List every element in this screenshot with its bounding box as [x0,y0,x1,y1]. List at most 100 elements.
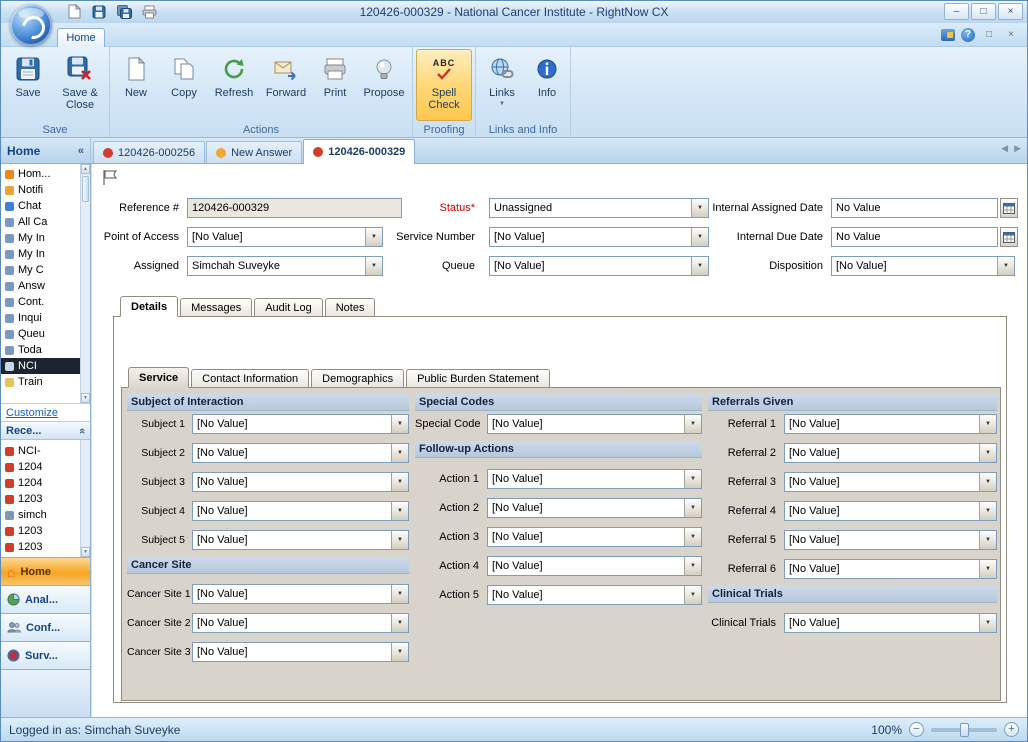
document-tab[interactable]: 120426-000256 [93,141,205,163]
recent-items-header[interactable]: Rece... « [1,422,90,440]
customize-link[interactable]: Customize [6,407,58,419]
tree-item[interactable]: Toda [1,342,80,358]
scroll-up-icon[interactable]: ▲ [81,164,90,174]
subject-dropdown[interactable]: [No Value] ▼ [192,530,409,550]
close-button[interactable]: × [998,3,1023,20]
chevron-down-icon[interactable]: ▼ [391,614,408,632]
nav-button-home[interactable]: ⌂ Home [1,558,90,586]
print-icon[interactable] [138,2,160,21]
save-and-close-button[interactable]: Save & Close [54,49,106,121]
calendar-icon[interactable] [1000,227,1018,247]
chevron-down-icon[interactable]: ▼ [391,502,408,520]
tree-item[interactable]: Hom... [1,166,80,182]
zoom-slider[interactable] [931,728,997,732]
collapse-recent-icon[interactable]: « [76,427,88,433]
tree-item[interactable]: Cont. [1,294,80,310]
copy-button[interactable]: Copy [161,49,207,121]
recent-item[interactable]: 1204 [1,475,80,491]
collapse-sidebar-icon[interactable]: « [78,145,84,157]
application-menu-orb[interactable] [10,4,52,46]
community-icon[interactable] [941,29,955,41]
save-button[interactable]: Save [4,49,52,121]
queue-dropdown[interactable]: [No Value] ▼ [489,256,709,276]
chevron-down-icon[interactable]: ▼ [684,499,701,517]
action-dropdown[interactable]: [No Value] ▼ [487,469,702,489]
detail-tab[interactable]: Details [120,296,178,317]
referral-dropdown[interactable]: [No Value] ▼ [784,414,997,434]
service-number-dropdown[interactable]: [No Value] ▼ [489,227,709,247]
special-code-dropdown[interactable]: [No Value] ▼ [487,414,702,434]
subject-dropdown[interactable]: [No Value] ▼ [192,501,409,521]
tree-item[interactable]: Chat [1,198,80,214]
service-tab[interactable]: Service [128,367,189,388]
cancer-site-dropdown[interactable]: [No Value] ▼ [192,613,409,633]
new-document-icon[interactable] [63,2,85,21]
tree-item[interactable]: Queu [1,326,80,342]
zoom-slider-thumb[interactable] [960,723,969,737]
nav-button-analytics[interactable]: Anal... [1,586,90,614]
document-tab[interactable]: New Answer [206,141,302,163]
tab-scroll-right-icon[interactable]: ▶ [1014,143,1021,154]
nav-button-configuration[interactable]: Conf... [1,614,90,642]
recent-item[interactable]: 1203 [1,523,80,539]
chevron-down-icon[interactable]: ▼ [391,415,408,433]
tree-item[interactable]: My In [1,230,80,246]
referral-dropdown[interactable]: [No Value] ▼ [784,530,997,550]
chevron-down-icon[interactable]: ▼ [979,531,996,549]
flag-icon[interactable] [100,169,120,186]
nav-button-surveys[interactable]: Surv... [1,642,90,670]
cancer-site-dropdown[interactable]: [No Value] ▼ [192,584,409,604]
tab-scroll-left-icon[interactable]: ◀ [1001,143,1008,154]
tree-item[interactable]: Inqui [1,310,80,326]
detail-tab[interactable]: Notes [325,298,376,317]
info-button[interactable]: Info [527,49,567,121]
subject-dropdown[interactable]: [No Value] ▼ [192,414,409,434]
action-dropdown[interactable]: [No Value] ▼ [487,498,702,518]
referral-dropdown[interactable]: [No Value] ▼ [784,501,997,521]
referral-dropdown[interactable]: [No Value] ▼ [784,559,997,579]
recent-item[interactable]: 1203 [1,539,80,555]
scroll-down-icon[interactable]: ▼ [81,547,90,557]
clinical-trials-dropdown[interactable]: [No Value] ▼ [784,613,997,633]
recent-item[interactable]: 1203 [1,491,80,507]
save-icon[interactable] [88,2,110,21]
tree-item[interactable]: Notifi [1,182,80,198]
service-tab[interactable]: Contact Information [191,369,309,388]
action-dropdown[interactable]: [No Value] ▼ [487,556,702,576]
tree-item[interactable]: Train [1,374,80,390]
chevron-down-icon[interactable]: ▼ [979,614,996,632]
chevron-down-icon[interactable]: ▼ [391,643,408,661]
detail-tab[interactable]: Audit Log [254,298,322,317]
chevron-down-icon[interactable]: ▼ [684,470,701,488]
recent-item[interactable]: simch [1,507,80,523]
chevron-down-icon[interactable]: ▼ [684,557,701,575]
chevron-down-icon[interactable]: ▼ [684,586,701,604]
forward-button[interactable]: Forward [261,49,311,121]
minimize-button[interactable]: – [944,3,969,20]
minimize-workspace-icon[interactable]: □ [981,27,997,42]
point-of-access-dropdown[interactable]: [No Value] ▼ [187,227,383,247]
refresh-button[interactable]: Refresh [209,49,259,121]
action-dropdown[interactable]: [No Value] ▼ [487,527,702,547]
recent-scrollbar[interactable]: ▼ [80,440,90,557]
chevron-down-icon[interactable]: ▼ [997,257,1014,275]
tree-item[interactable]: My In [1,246,80,262]
help-icon[interactable]: ? [961,28,975,42]
chevron-down-icon[interactable]: ▼ [391,585,408,603]
chevron-down-icon[interactable]: ▼ [979,502,996,520]
recent-item[interactable]: NCI- [1,443,80,459]
tree-item[interactable]: All Ca [1,214,80,230]
service-tab[interactable]: Public Burden Statement [406,369,550,388]
maximize-button[interactable]: □ [971,3,996,20]
ribbon-tab-home[interactable]: Home [57,28,105,47]
propose-button[interactable]: Propose [359,49,409,121]
tree-scrollbar[interactable]: ▲ ▼ [80,164,90,403]
status-dropdown[interactable]: Unassigned ▼ [489,198,709,218]
scroll-down-icon[interactable]: ▼ [81,393,90,403]
assigned-dropdown[interactable]: Simchah Suveyke ▼ [187,256,383,276]
service-tab[interactable]: Demographics [311,369,404,388]
chevron-down-icon[interactable]: ▼ [684,528,701,546]
document-tab[interactable]: 120426-000329 [303,139,415,164]
chevron-down-icon[interactable]: ▼ [979,415,996,433]
tree-item[interactable]: NCI [1,358,80,374]
